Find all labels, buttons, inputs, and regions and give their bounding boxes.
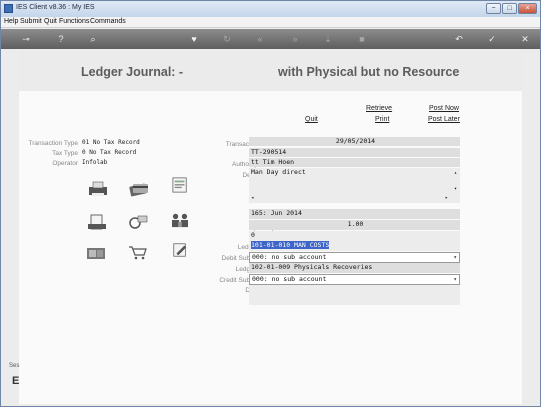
- heart-icon[interactable]: ♥: [187, 32, 201, 46]
- page-title-right: with Physical but no Resource: [278, 65, 460, 79]
- transaction-type-label: Transaction Type: [28, 140, 79, 147]
- menu-quit[interactable]: Quit: [44, 18, 57, 25]
- operator-value: Infolab: [82, 159, 108, 166]
- side-strip: Ses E: [2, 361, 20, 391]
- main-content: Ledger Journal: - with Physical but no R…: [19, 49, 522, 404]
- toolbar: ⊸ ? ⌕ ♥ ↻ « » ⇣ ■ ↶ ✓ ✕: [1, 29, 540, 49]
- scroll-up-icon[interactable]: ▴: [454, 169, 457, 178]
- transaction-type-value: 01 No Tax Record: [82, 139, 140, 146]
- page-title-left: Ledger Journal: -: [81, 65, 184, 79]
- transfer-icon[interactable]: [127, 214, 149, 230]
- ledger-credit-field[interactable]: 102-01-009 Physicals Recoveries: [249, 263, 460, 273]
- title-bar: IES Client v8.36 : My IES − □ ×: [1, 1, 540, 17]
- help-icon[interactable]: ?: [54, 32, 68, 46]
- post-now-link[interactable]: Post Now: [429, 105, 459, 112]
- fast-forward-icon[interactable]: »: [288, 32, 302, 46]
- print-link[interactable]: Print: [375, 116, 389, 123]
- book-icon[interactable]: [85, 245, 107, 261]
- minimize-button[interactable]: −: [486, 3, 501, 14]
- close-button[interactable]: ×: [518, 3, 537, 14]
- scroll-right-icon[interactable]: ▸: [445, 194, 448, 203]
- description-textarea[interactable]: Man Day direct ▴ ▾ ◂ ▸: [249, 168, 460, 203]
- quantity-field[interactable]: 1.00: [249, 220, 460, 230]
- back-icon[interactable]: ↶: [452, 32, 466, 46]
- quit-link[interactable]: Quit: [305, 116, 318, 123]
- transaction-date-field[interactable]: 29/05/2014: [249, 137, 460, 146]
- document-field[interactable]: [249, 285, 460, 295]
- amount-field[interactable]: 0: [249, 231, 460, 241]
- chevron-down-icon[interactable]: ▾: [453, 275, 457, 284]
- authority-code-field[interactable]: tt Tim Hoen: [249, 158, 460, 167]
- side-strip-text: Ses: [9, 363, 20, 369]
- debit-sub-account-select[interactable]: 000: no sub account ▾: [249, 252, 460, 263]
- search-icon[interactable]: ⌕: [86, 32, 100, 46]
- refresh-icon[interactable]: ↻: [220, 32, 234, 46]
- users-icon[interactable]: [169, 212, 191, 228]
- import-icon[interactable]: ⇣: [321, 32, 335, 46]
- rewind-icon[interactable]: «: [253, 32, 267, 46]
- ok-icon[interactable]: ✓: [485, 32, 499, 46]
- credit-card-icon[interactable]: [128, 181, 150, 197]
- app-window: IES Client v8.36 : My IES − □ × Help Sub…: [0, 0, 541, 407]
- page-header: Ledger Journal: - with Physical but no R…: [19, 49, 522, 91]
- maximize-button[interactable]: □: [502, 3, 517, 14]
- close-icon[interactable]: ✕: [518, 32, 532, 46]
- tax-type-label: Tax Type: [52, 150, 78, 157]
- operator-label: Operator: [52, 160, 78, 167]
- ledger-debit-value: 101-01-010 MAN COSTS: [251, 241, 330, 249]
- key-icon[interactable]: ⊸: [15, 32, 37, 46]
- credit-sub-account-select[interactable]: 000: no sub account ▾: [249, 274, 460, 285]
- scroll-down-icon[interactable]: ▾: [454, 185, 457, 194]
- document-icon[interactable]: [86, 214, 108, 230]
- window-title: IES Client v8.36 : My IES: [16, 4, 95, 11]
- ledger-debit-field[interactable]: 101-01-010 MAN COSTS: [249, 241, 460, 251]
- menu-commands[interactable]: Commands: [90, 18, 126, 25]
- credit-sub-account-value: 000: no sub account: [252, 275, 327, 283]
- post-later-link[interactable]: Post Later: [428, 116, 460, 123]
- printer-icon[interactable]: [87, 181, 109, 197]
- menu-functions[interactable]: Functions: [59, 18, 89, 25]
- tax-type-value: 0 No Tax Record: [82, 149, 137, 156]
- batch-field[interactable]: TT-290514: [249, 148, 460, 157]
- app-icon: [4, 4, 13, 13]
- menu-help[interactable]: Help: [4, 18, 18, 25]
- chevron-down-icon[interactable]: ▾: [453, 253, 457, 262]
- scroll-left-icon[interactable]: ◂: [251, 194, 254, 203]
- hash-field[interactable]: [249, 295, 460, 305]
- debit-sub-account-value: 000: no sub account: [252, 253, 327, 261]
- cart-icon[interactable]: [127, 244, 149, 260]
- period-field[interactable]: 165: Jun 2014: [249, 209, 460, 219]
- retrieve-link[interactable]: Retrieve: [366, 105, 392, 112]
- stop-icon[interactable]: ■: [355, 32, 369, 46]
- edit-document-icon[interactable]: [169, 242, 191, 258]
- description-text: Man Day direct: [251, 168, 306, 176]
- menu-bar: Help Submit Quit Functions Commands: [1, 17, 540, 28]
- report-icon[interactable]: [169, 177, 191, 193]
- menu-submit[interactable]: Submit: [20, 18, 42, 25]
- side-strip-glyph: E: [12, 375, 20, 387]
